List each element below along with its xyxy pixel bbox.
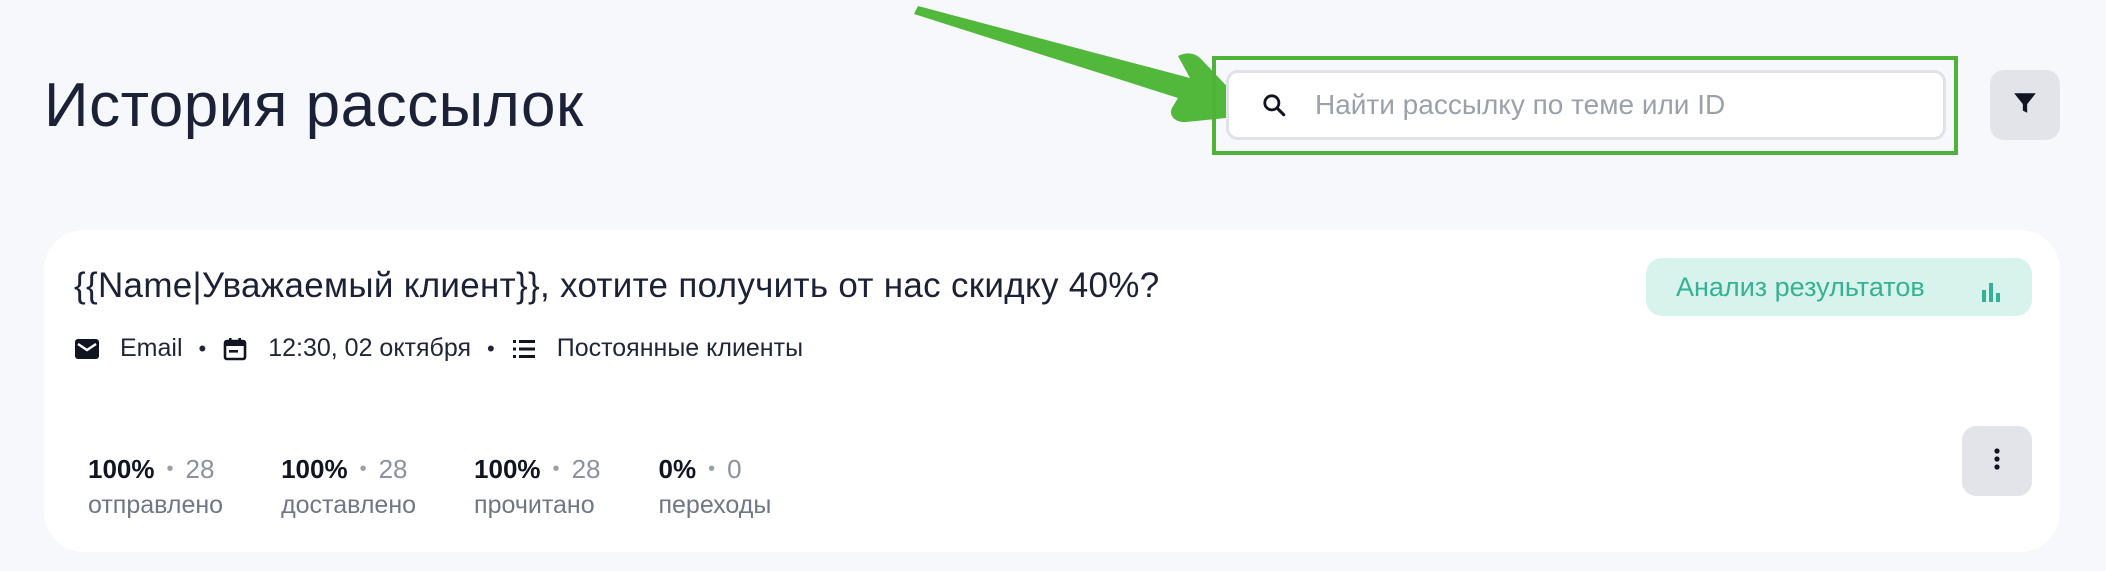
stat-separator: • [359,458,367,480]
calendar-icon [222,336,248,362]
stat-percent: 100% [88,454,155,484]
datetime-label: 12:30, 02 октября [268,334,472,362]
stat-count: 28 [378,454,408,484]
filter-button[interactable] [1990,70,2060,140]
stat-read: 100% • 28 прочитано [474,454,600,520]
more-vertical-icon [1993,447,2001,476]
stat-separator: • [166,458,174,480]
stat-label: переходы [658,491,772,519]
mailing-card[interactable]: {{Name|Уважаемый клиент}}, хотите получи… [44,230,2060,552]
meta-separator: • [487,335,495,361]
channel-label: Email [120,334,183,362]
analysis-results-button[interactable]: Анализ результатов [1646,258,2032,316]
stat-separator: • [708,458,716,480]
stat-label: прочитано [474,491,595,519]
stat-label: доставлено [281,491,417,519]
stat-count: 0 [727,454,742,484]
mailing-title[interactable]: {{Name|Уважаемый клиент}}, хотите получи… [74,266,1160,306]
stat-percent: 0% [658,454,697,484]
stat-count: 28 [185,454,215,484]
analysis-label: Анализ результатов [1676,271,1925,302]
mailing-stats: 100% • 28 отправлено 100% • 28 доставлен… [88,454,829,520]
search-input[interactable] [1315,89,1915,121]
search-icon [1259,90,1289,120]
audience-label: Постоянные клиенты [556,334,804,362]
stat-clicks: 0% • 0 переходы [658,454,771,520]
page-title: История рассылок [44,71,584,140]
search-box[interactable] [1226,70,1946,140]
more-options-button[interactable] [1962,426,2032,496]
stat-sent: 100% • 28 отправлено [88,454,223,520]
filter-icon [2012,90,2038,121]
stat-percent: 100% [474,454,541,484]
meta-separator: • [198,335,207,361]
stat-label: отправлено [88,491,224,519]
stat-count: 28 [571,454,601,484]
bar-chart-icon [1980,278,2002,309]
stat-separator: • [552,458,560,480]
stat-percent: 100% [281,454,348,484]
mailing-meta: Email • 12:30, 02 октября • Постоянные к… [74,334,803,363]
envelope-icon [74,336,100,362]
stat-delivered: 100% • 28 доставлено [281,454,416,520]
list-icon [511,336,537,362]
